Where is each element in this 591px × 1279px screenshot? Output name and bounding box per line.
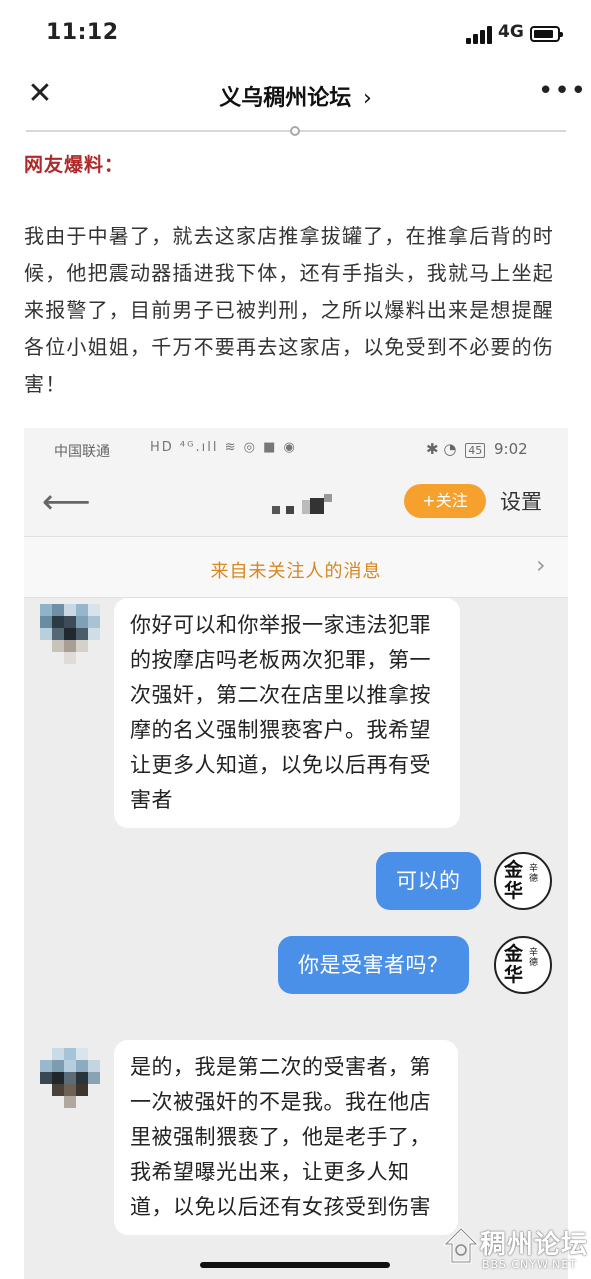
- signal-icon: [466, 26, 494, 44]
- message-bubble[interactable]: 可以的: [376, 852, 481, 910]
- message-bubble[interactable]: 你好可以和你举报一家违法犯罪的按摩店吗老板两次犯罪，第一次强奸，第二次在店里以推…: [114, 598, 460, 828]
- sender-avatar[interactable]: [40, 604, 100, 664]
- forum-logo-icon: [442, 1226, 480, 1264]
- chevron-right-icon: ›: [362, 86, 372, 111]
- status-time: 11:12: [46, 20, 119, 45]
- battery-level: 45: [465, 443, 486, 458]
- message-text: 你好可以和你举报一家违法犯罪的按摩店吗老板两次犯罪，第一次强奸，第二次在店里以推…: [130, 613, 431, 812]
- message-text: 可以的: [396, 869, 461, 893]
- bluetooth-icon: ✱ ◔: [426, 440, 457, 458]
- article-label: 网友爆料：: [24, 154, 125, 176]
- chat-header: ⟵ +关注 设置: [24, 472, 568, 536]
- settings-button[interactable]: 设置: [500, 486, 542, 516]
- status-bar: 11:12 4G: [0, 0, 591, 70]
- status-right: ✱ ◔ 45 9:02: [426, 440, 528, 458]
- battery-icon: [530, 26, 563, 42]
- shop-logo-avatar[interactable]: 金华 辛德: [494, 852, 552, 910]
- article-body: 我由于中暑了，就去这家店推拿拔罐了，在推拿后背的时候，他把震动器插进我下体，还有…: [24, 224, 554, 396]
- logo-text: 金华: [504, 943, 524, 986]
- message-bubble[interactable]: 你是受害者吗？: [278, 936, 469, 994]
- carrier-name: 中国联通: [54, 444, 110, 460]
- network-type: 4G: [498, 22, 524, 42]
- message-text: 你是受害者吗？: [298, 953, 449, 977]
- back-arrow-icon[interactable]: ⟵: [42, 482, 91, 522]
- sender-avatar[interactable]: [40, 1048, 100, 1108]
- follow-button[interactable]: +关注: [404, 484, 486, 518]
- more-icon[interactable]: •••: [538, 76, 587, 106]
- message-bubble[interactable]: 是的，我是第二次的受害者，第一次被强奸的不是我。我在他店里被强制猥亵了，他是老手…: [114, 1040, 458, 1235]
- title-bar: ✕ 义乌稠州论坛 › •••: [0, 70, 591, 122]
- stranger-message-banner[interactable]: 来自未关注人的消息 ›: [24, 536, 568, 598]
- page-title[interactable]: 义乌稠州论坛 ›: [0, 80, 591, 112]
- embedded-time: 9:02: [494, 440, 528, 458]
- home-indicator[interactable]: [200, 1262, 390, 1268]
- shop-logo-avatar[interactable]: 金华 辛德: [494, 936, 552, 994]
- divider-ornament: [290, 126, 300, 136]
- forum-watermark: 稠州论坛 BBS.CNYW.NET: [440, 1220, 590, 1276]
- watermark-title: 稠州论坛: [480, 1230, 589, 1260]
- embedded-screenshot: 中国联通 HD ⁴ᴳ.ıll ≋ ◎ ■ ◉ ✱ ◔ 45 9:02 ⟵ +关注…: [24, 428, 568, 1279]
- embedded-status-bar: 中国联通 HD ⁴ᴳ.ıll ≋ ◎ ■ ◉ ✱ ◔ 45 9:02: [24, 428, 568, 472]
- watermark-url: BBS.CNYW.NET: [482, 1258, 578, 1271]
- chevron-right-icon: ›: [536, 551, 546, 579]
- logo-text: 金华: [504, 859, 524, 902]
- page-title-text: 义乌稠州论坛: [219, 86, 352, 111]
- message-text: 是的，我是第二次的受害者，第一次被强奸的不是我。我在他店里被强制猥亵了，他是老手…: [130, 1055, 431, 1219]
- logo-subtext: 辛德: [529, 864, 539, 884]
- logo-subtext: 辛德: [529, 948, 539, 968]
- banner-text: 来自未关注人的消息: [210, 561, 382, 582]
- blurred-username: [266, 494, 336, 516]
- status-icons: HD ⁴ᴳ.ıll ≋ ◎ ■ ◉: [150, 440, 297, 455]
